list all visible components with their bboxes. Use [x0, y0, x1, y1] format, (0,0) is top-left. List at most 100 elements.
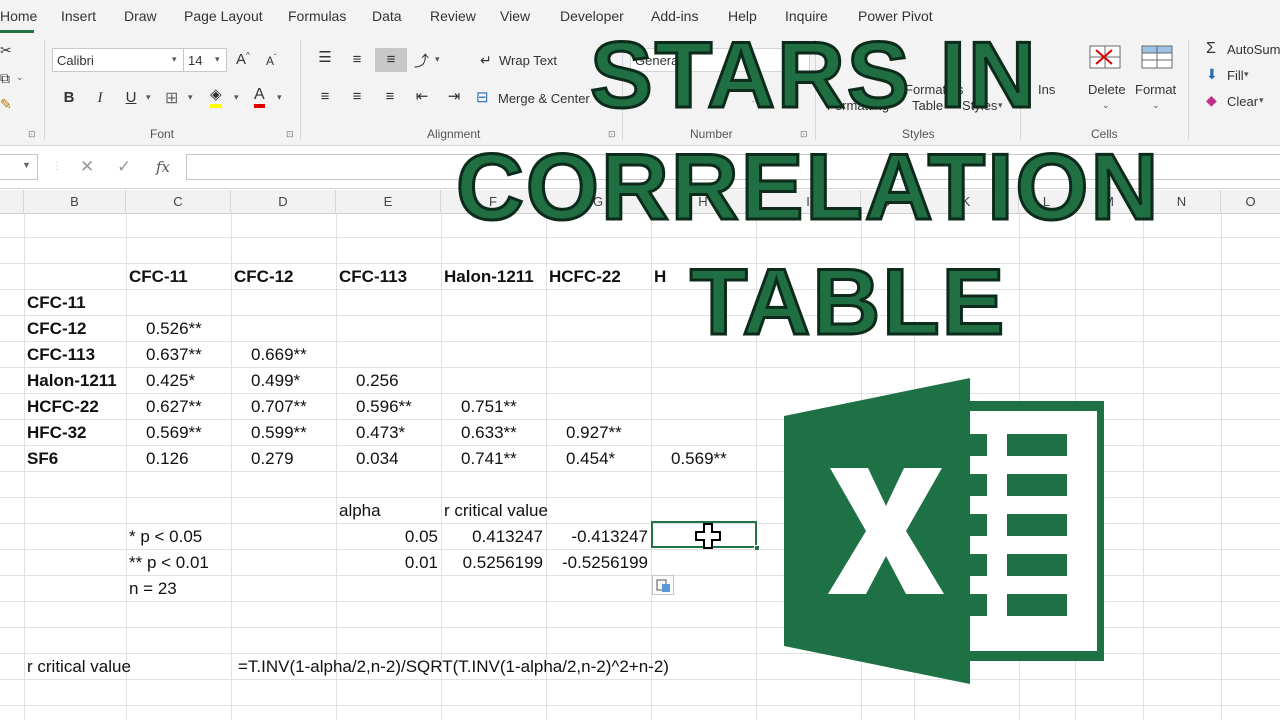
fill-button[interactable]: Fill: [1227, 68, 1244, 83]
table-cell[interactable]: 0.669**: [251, 345, 307, 365]
merge-center-icon[interactable]: ⊟: [476, 88, 489, 106]
table-cell[interactable]: 0.633**: [461, 423, 517, 443]
wrap-text-button[interactable]: Wrap Text: [499, 53, 557, 68]
alpha-value[interactable]: 0.01: [336, 553, 438, 573]
alpha-value[interactable]: 0.05: [336, 527, 438, 547]
font-name-input[interactable]: Calibri: [52, 48, 184, 72]
r-critical-value[interactable]: 0.5256199: [441, 553, 543, 573]
table-cell[interactable]: 0.256: [356, 371, 399, 391]
orientation-icon[interactable]: ⤴: [414, 50, 429, 71]
table-cell[interactable]: 0.279: [251, 449, 294, 469]
autosum-button[interactable]: AutoSum: [1227, 42, 1280, 57]
table-cell[interactable]: 0.751**: [461, 397, 517, 417]
increase-indent-icon[interactable]: ⇥: [441, 85, 467, 109]
tab-view[interactable]: View: [500, 8, 530, 24]
r-critical-value[interactable]: 0.413247: [441, 527, 543, 547]
r-critical-negative[interactable]: -0.413247: [546, 527, 648, 547]
wrap-text-icon[interactable]: ↵: [480, 52, 492, 69]
italic-icon[interactable]: I: [87, 86, 113, 110]
format-cells-button[interactable]: Format: [1135, 82, 1176, 97]
align-center-icon[interactable]: ≡: [344, 85, 370, 109]
eraser-icon[interactable]: ◆: [1206, 92, 1217, 109]
header-hcfc-22[interactable]: HCFC-22: [549, 267, 621, 287]
delete-cells-button[interactable]: Delete: [1088, 82, 1126, 97]
table-cell[interactable]: 0.425*: [146, 371, 195, 391]
column-header-a[interactable]: [0, 190, 24, 214]
header-cfc-113[interactable]: CFC-113: [339, 267, 407, 287]
row-label-cfc-113[interactable]: CFC-113: [27, 345, 95, 365]
table-cell[interactable]: 0.126: [146, 449, 189, 469]
tab-insert[interactable]: Insert: [61, 8, 96, 24]
align-left-icon[interactable]: ≡: [312, 85, 338, 109]
font-launcher-icon[interactable]: ⊡: [286, 129, 294, 140]
autosum-icon[interactable]: Σ: [1206, 40, 1216, 58]
format-painter-icon[interactable]: ✎: [0, 96, 12, 113]
table-cell[interactable]: 0.599**: [251, 423, 307, 443]
cut-icon[interactable]: ✂: [0, 42, 12, 59]
clear-button[interactable]: Clear: [1227, 94, 1258, 109]
chevron-down-icon[interactable]: ▾: [172, 54, 177, 65]
align-right-icon[interactable]: ≡: [377, 85, 403, 109]
r-critical-label[interactable]: r critical value: [444, 501, 548, 521]
header-halon-1211[interactable]: Halon-1211: [444, 267, 534, 287]
font-size-input[interactable]: 14: [183, 48, 227, 72]
paste-options-icon[interactable]: [652, 575, 674, 595]
chevron-down-icon[interactable]: ▾: [146, 92, 151, 103]
chevron-down-icon[interactable]: ▾: [435, 54, 440, 65]
table-cell[interactable]: 0.741**: [461, 449, 517, 469]
r-critical-negative[interactable]: -0.5256199: [546, 553, 648, 573]
enter-icon[interactable]: ✓: [117, 157, 131, 177]
font-color-icon[interactable]: A: [254, 85, 265, 108]
fill-handle[interactable]: [754, 545, 760, 551]
column-header-d[interactable]: D: [231, 190, 336, 214]
chevron-down-icon[interactable]: ▾: [1259, 95, 1264, 106]
insert-function-icon[interactable]: fx: [156, 158, 170, 176]
sample-size[interactable]: n = 23: [129, 579, 177, 599]
cancel-icon[interactable]: ✕: [80, 157, 94, 177]
chevron-down-icon[interactable]: ⌄: [1152, 100, 1160, 111]
chevron-down-icon[interactable]: ⌄: [16, 72, 24, 83]
table-cell[interactable]: 0.473*: [356, 423, 405, 443]
header-cfc-12[interactable]: CFC-12: [234, 267, 294, 287]
chevron-down-icon[interactable]: ⌄: [1102, 100, 1110, 111]
align-bottom-icon[interactable]: ≡: [375, 48, 407, 72]
table-cell[interactable]: 0.454*: [566, 449, 615, 469]
copy-icon[interactable]: ⧉: [0, 70, 10, 87]
row-label-hcfc-22[interactable]: HCFC-22: [27, 397, 99, 417]
chevron-down-icon[interactable]: ▾: [215, 54, 220, 65]
row-label-cfc-12[interactable]: CFC-12: [27, 319, 87, 339]
tab-page-layout[interactable]: Page Layout: [184, 8, 263, 24]
table-cell[interactable]: 0.627**: [146, 397, 202, 417]
underline-icon[interactable]: U: [118, 86, 144, 110]
tab-formulas[interactable]: Formulas: [288, 8, 346, 24]
bold-icon[interactable]: B: [56, 86, 82, 110]
chevron-down-icon[interactable]: ▾: [1244, 69, 1249, 80]
chevron-down-icon[interactable]: ▼: [22, 160, 31, 170]
table-cell[interactable]: 0.569**: [146, 423, 202, 443]
table-cell[interactable]: 0.034: [356, 449, 399, 469]
tab-draw[interactable]: Draw: [124, 8, 157, 24]
table-cell[interactable]: 0.499*: [251, 371, 300, 391]
legend-p05[interactable]: * p < 0.05: [129, 527, 202, 547]
column-header-e[interactable]: E: [336, 190, 441, 214]
formula-label[interactable]: r critical value: [27, 657, 131, 677]
insert-cells-button[interactable]: Ins: [1038, 82, 1055, 97]
row-label-hfc-32[interactable]: HFC-32: [27, 423, 87, 443]
name-box[interactable]: [0, 154, 38, 180]
table-cell[interactable]: 0.707**: [251, 397, 307, 417]
column-header-c[interactable]: C: [126, 190, 231, 214]
chevron-down-icon[interactable]: ▾: [234, 92, 239, 103]
table-cell[interactable]: 0.526**: [146, 319, 202, 339]
chevron-down-icon[interactable]: ▾: [277, 92, 282, 103]
row-label-halon-1211[interactable]: Halon-1211: [27, 371, 117, 391]
header-hfc-32[interactable]: H: [654, 267, 666, 287]
align-middle-icon[interactable]: ≡: [344, 48, 370, 72]
header-cfc-11[interactable]: CFC-11: [129, 267, 188, 287]
table-cell[interactable]: 0.927**: [566, 423, 622, 443]
tab-data[interactable]: Data: [372, 8, 402, 24]
align-top-icon[interactable]: ☰: [312, 46, 338, 70]
table-cell[interactable]: 0.637**: [146, 345, 202, 365]
formula-text[interactable]: =T.INV(1-alpha/2,n-2)/SQRT(T.INV(1-alpha…: [238, 657, 669, 677]
tab-review[interactable]: Review: [430, 8, 476, 24]
table-cell[interactable]: 0.596**: [356, 397, 412, 417]
